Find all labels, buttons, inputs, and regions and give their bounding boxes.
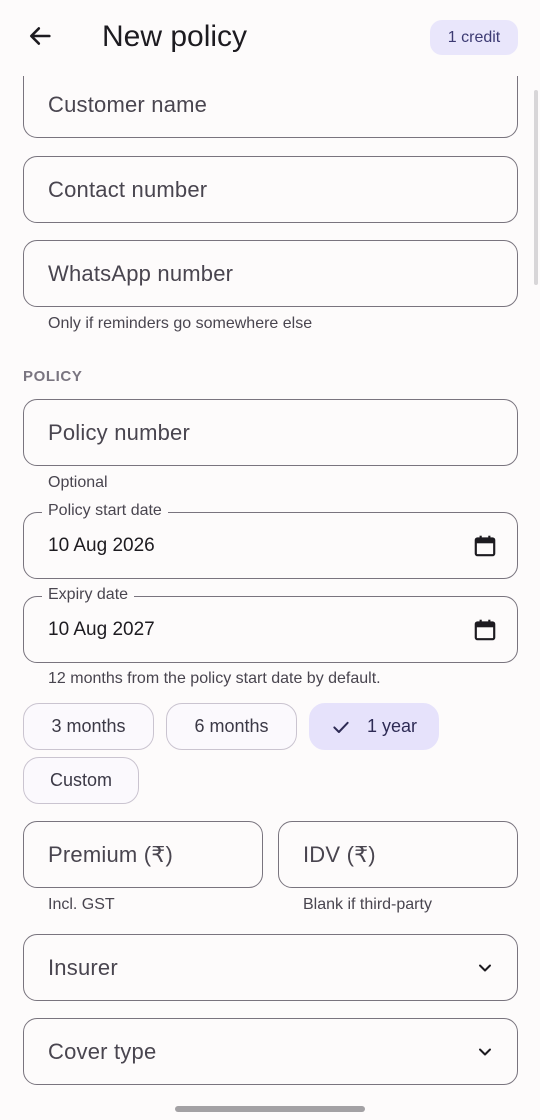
idv-placeholder: IDV (₹) (303, 841, 376, 867)
insurer-placeholder: Insurer (48, 954, 118, 980)
premium-placeholder: Premium (₹) (48, 841, 173, 867)
back-button[interactable] (20, 18, 60, 58)
navigation-handle[interactable] (175, 1106, 365, 1112)
chip-label: Custom (49, 770, 112, 790)
expiry-date-value: 10 Aug 2027 (48, 618, 155, 640)
check-icon (331, 717, 351, 737)
expiry-date-field[interactable]: Expiry date 10 Aug 2027 (23, 585, 518, 663)
page-title: New policy (102, 20, 248, 53)
calendar-icon[interactable] (471, 616, 499, 644)
whatsapp-helper-text: Only if reminders go somewhere else (48, 315, 313, 332)
chip-label: 3 months (51, 716, 126, 736)
policy-number-placeholder: Policy number (48, 419, 190, 445)
policy-start-date-field[interactable]: Policy start date 10 Aug 2026 (23, 501, 518, 579)
policy-number-field[interactable]: Policy number (23, 399, 518, 466)
idv-field[interactable]: IDV (₹) (278, 821, 518, 888)
arrow-back-icon (26, 22, 54, 55)
chip-label: 6 months (194, 716, 269, 736)
policy-start-date-label: Policy start date (42, 501, 168, 521)
calendar-icon[interactable] (471, 532, 499, 560)
insurer-dropdown[interactable]: Insurer (23, 934, 518, 1001)
cover-type-placeholder: Cover type (48, 1038, 157, 1064)
customer-name-placeholder: Customer name (48, 91, 208, 117)
customer-name-field[interactable]: Customer name (23, 71, 518, 138)
whatsapp-number-placeholder: WhatsApp number (48, 260, 234, 286)
chip-label: 1 year (366, 716, 418, 736)
cover-type-dropdown[interactable]: Cover type (23, 1018, 518, 1085)
chip-1-year[interactable]: 1 year (309, 703, 439, 750)
new-policy-screen: Customer name Contact number WhatsApp nu… (0, 0, 540, 1120)
expiry-date-label: Expiry date (42, 585, 135, 605)
whatsapp-number-field[interactable]: WhatsApp number (23, 240, 518, 307)
chip-6-months[interactable]: 6 months (166, 703, 297, 750)
app-bar: New policy 1 credit (0, 0, 540, 76)
premium-helper-text: Incl. GST (48, 896, 115, 913)
contact-number-field[interactable]: Contact number (23, 156, 518, 223)
chevron-down-icon (471, 954, 499, 982)
idv-helper-text: Blank if third-party (303, 896, 432, 913)
credit-badge: 1 credit (430, 20, 518, 55)
scrollbar-thumb[interactable] (534, 90, 538, 285)
chip-3-months[interactable]: 3 months (23, 703, 154, 750)
premium-field[interactable]: Premium (₹) (23, 821, 263, 888)
chevron-down-icon (471, 1038, 499, 1066)
contact-number-placeholder: Contact number (48, 176, 208, 202)
chip-custom[interactable]: Custom (23, 757, 139, 804)
policy-number-helper-text: Optional (48, 474, 108, 491)
policy-section-title: POLICY (23, 368, 83, 385)
policy-start-date-value: 10 Aug 2026 (48, 534, 155, 556)
expiry-helper-text: 12 months from the policy start date by … (48, 670, 381, 687)
